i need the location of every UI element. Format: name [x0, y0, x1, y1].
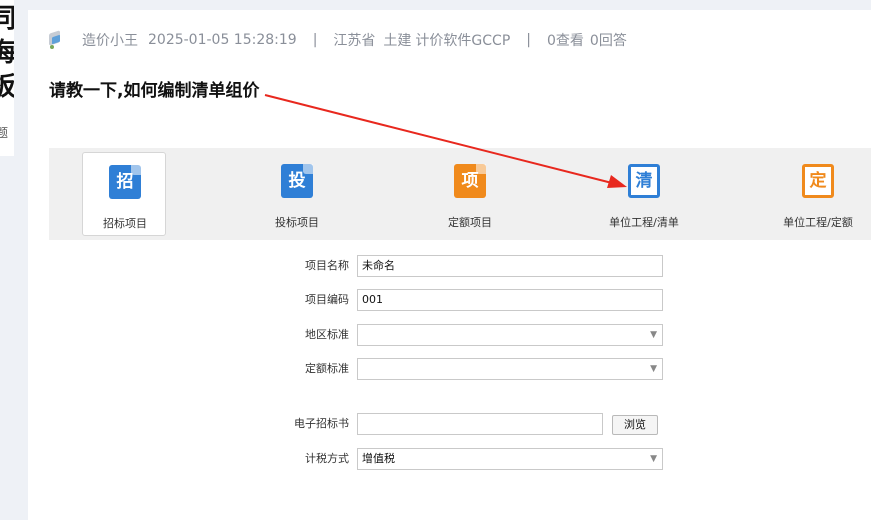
post-meta: 造价小王 2025-01-05 15:28:19 | 江苏省 土建 计价软件GC…: [48, 30, 627, 50]
post-category: 土建: [383, 33, 412, 49]
region-standard-label: 地区标准: [305, 328, 349, 341]
quota-standard-select[interactable]: ▼: [357, 358, 663, 380]
toolbar-item-toubiao[interactable]: 投 投标项目: [255, 152, 339, 236]
toolbar-item-zhaobiao[interactable]: 招 招标项目: [82, 152, 166, 236]
toolbar-item-label: 招标项目: [103, 217, 147, 230]
left-panel-char: 海: [0, 38, 14, 68]
view-count: 0查看: [546, 33, 584, 49]
project-name-label: 项目名称: [305, 259, 349, 272]
project-code-label: 项目编码: [305, 293, 349, 306]
post-datetime: 2025-01-05 15:28:19: [148, 32, 297, 48]
meta-separator: |: [526, 32, 531, 48]
quota-standard-label: 定额标准: [305, 362, 349, 375]
left-side-panel: 同 海 板 题: [0, 0, 14, 156]
e-tender-label: 电子招标书: [294, 417, 349, 430]
chevron-down-icon[interactable]: ▼: [650, 325, 657, 345]
chevron-down-icon[interactable]: ▼: [650, 359, 657, 379]
zhaobiao-icon: 招: [109, 165, 141, 199]
left-panel-char: 板: [0, 72, 14, 102]
toolbar-item-danwei-dinge[interactable]: 定 单位工程/定额: [776, 152, 860, 236]
toolbar-item-label: 定额项目: [448, 216, 492, 229]
toubiao-icon: 投: [281, 164, 313, 198]
project-code-input[interactable]: 001: [357, 289, 663, 311]
post-province: 江苏省: [333, 33, 376, 49]
author-name[interactable]: 造价小王: [82, 30, 138, 50]
toolbar-item-label: 单位工程/定额: [783, 216, 853, 229]
left-panel-char: 同: [0, 4, 14, 34]
dinge-xiangmu-icon: 项: [454, 164, 486, 198]
post-software: 计价软件GCCP: [415, 33, 511, 49]
embedded-software-screenshot: 招 招标项目 投 投标项目 项 定额项目 清 单位工程/清单 定 单位工程/定额…: [49, 148, 871, 520]
meta-separator: |: [312, 32, 318, 48]
left-panel-small-text: 题: [0, 126, 9, 140]
tax-method-select[interactable]: 增值税 ▼: [357, 448, 663, 470]
region-standard-select[interactable]: ▼: [357, 324, 663, 346]
question-title[interactable]: 请教一下,如何编制清单组价: [49, 76, 259, 101]
answer-count: 0回答: [589, 33, 627, 49]
chevron-down-icon[interactable]: ▼: [650, 449, 657, 469]
toolbar-item-dinge-xiangmu[interactable]: 项 定额项目: [428, 152, 512, 236]
e-tender-file-input[interactable]: [357, 413, 603, 435]
project-name-input[interactable]: 未命名: [357, 255, 663, 277]
dinge-icon: 定: [802, 164, 834, 198]
browse-button[interactable]: 浏览: [612, 415, 658, 435]
toolbar-item-label: 投标项目: [275, 216, 319, 229]
qingdan-icon: 清: [628, 164, 660, 198]
avatar-broken-image-icon[interactable]: [48, 30, 64, 49]
toolbar-item-danwei-qingdan[interactable]: 清 单位工程/清单: [602, 152, 686, 236]
toolbar-item-label: 单位工程/清单: [609, 216, 679, 229]
tax-method-label: 计税方式: [305, 452, 349, 465]
project-type-toolbar: 招 招标项目 投 投标项目 项 定额项目 清 单位工程/清单 定 单位工程/定额: [49, 148, 871, 240]
question-card: 造价小王 2025-01-05 15:28:19 | 江苏省 土建 计价软件GC…: [28, 10, 871, 520]
